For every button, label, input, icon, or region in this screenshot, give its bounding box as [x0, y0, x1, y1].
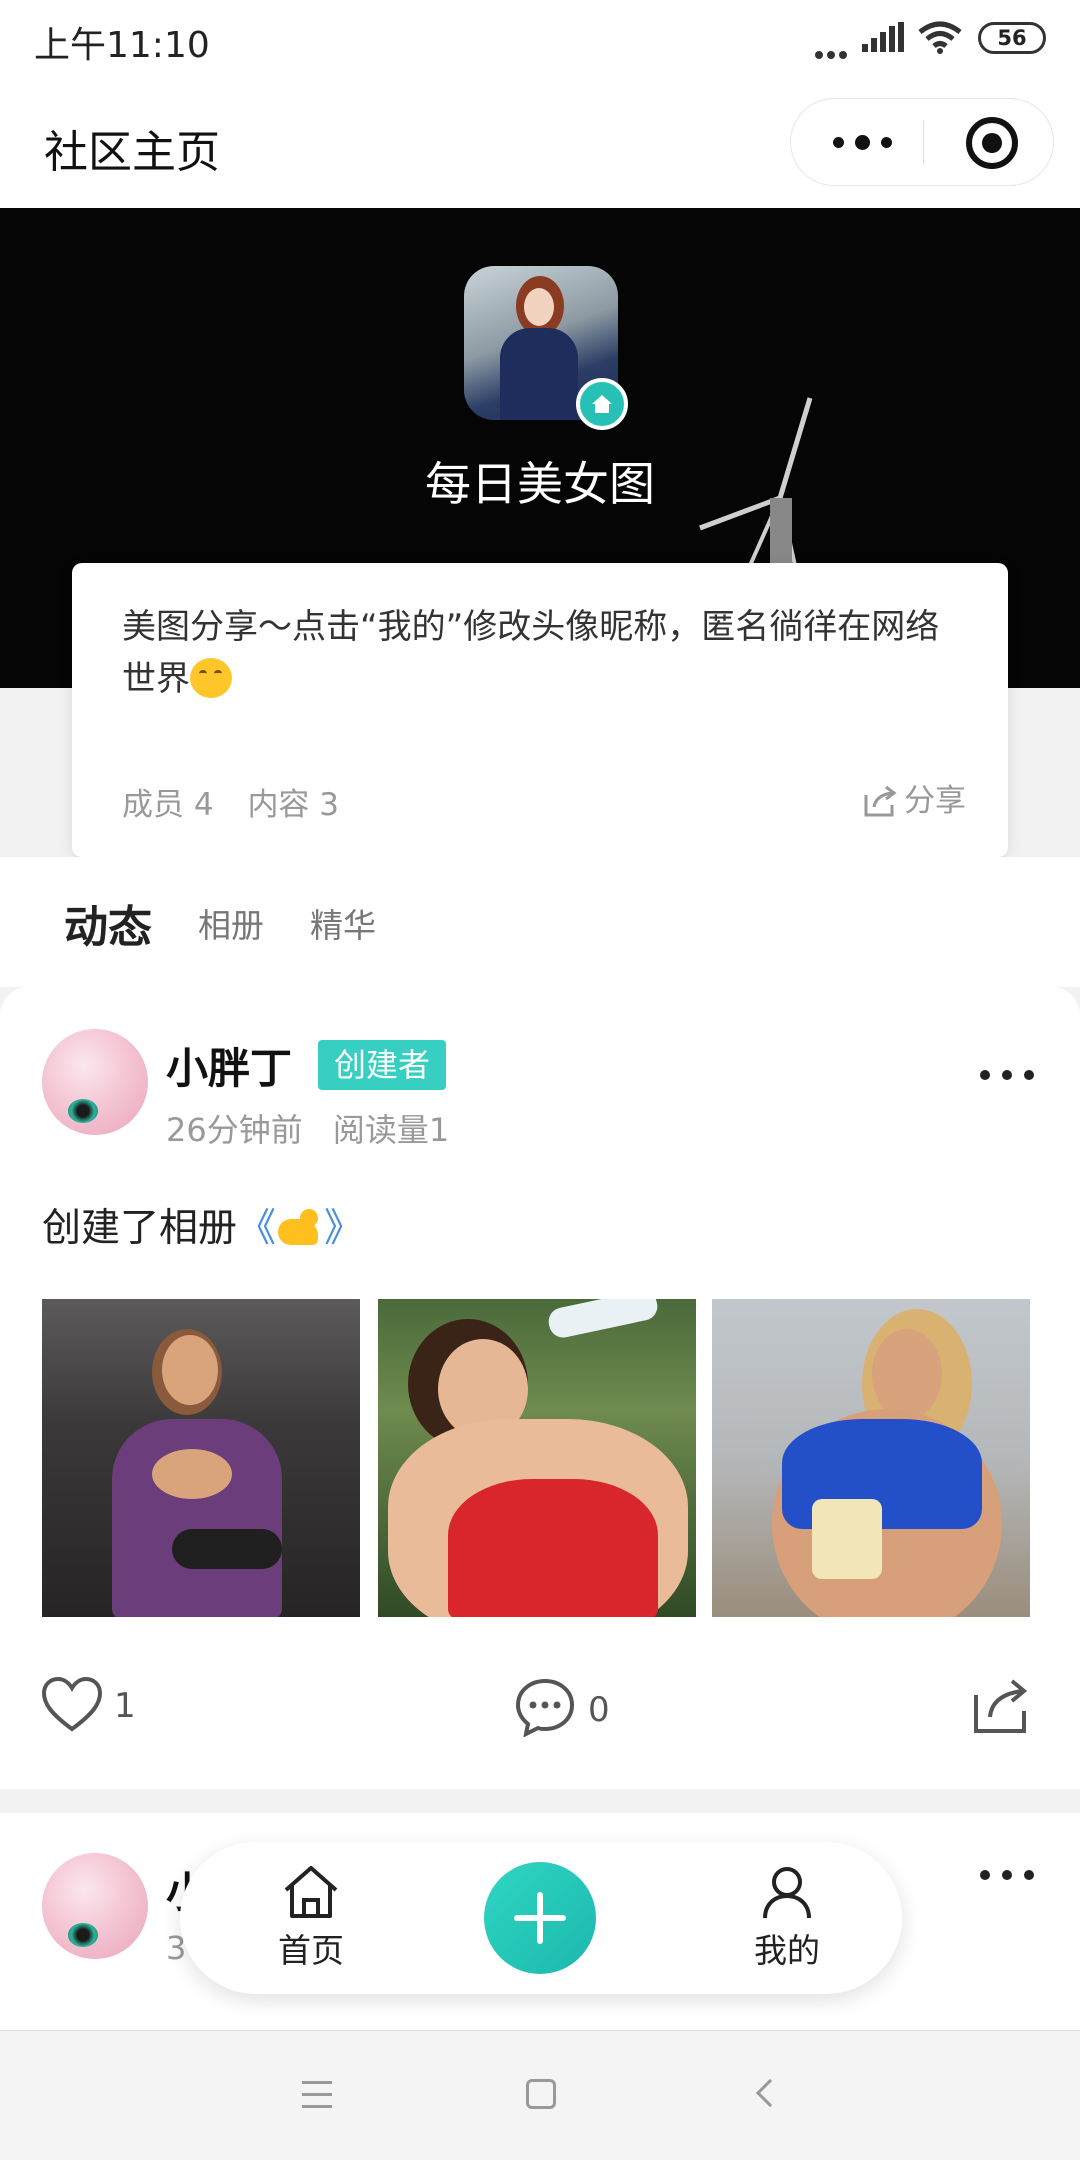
nav-mine-label: 我的 — [754, 1931, 820, 1970]
post-photo-2[interactable] — [378, 1299, 696, 1617]
author-avatar[interactable] — [42, 1853, 148, 1959]
community-info-card: 美图分享～点击“我的”修改头像昵称，匿名徜徉在网络世界 成员 4 内容 3 分享 — [72, 563, 1008, 857]
post-actions: 1 0 — [0, 1667, 1080, 1747]
home-badge-icon — [576, 378, 628, 430]
signal-icon — [862, 22, 904, 52]
post-more-button[interactable] — [968, 1865, 1034, 1884]
content-count: 内容 3 — [247, 787, 340, 823]
comment-icon — [515, 1678, 575, 1738]
add-post-button[interactable] — [484, 1862, 596, 1974]
member-count: 成员 4 — [122, 787, 214, 823]
post-more-button[interactable] — [968, 1065, 1034, 1084]
nav-home-label: 首页 — [278, 1931, 344, 1970]
navigation-bar: 社区主页 — [0, 78, 1080, 208]
author-name[interactable]: 小胖丁 — [166, 1035, 292, 1096]
notification-dots-icon — [815, 44, 851, 63]
like-count: 1 — [114, 1686, 136, 1726]
like-button[interactable]: 1 — [41, 1676, 136, 1733]
nav-mine[interactable]: 我的 — [732, 1864, 842, 1972]
recent-apps-button[interactable] — [302, 2081, 332, 2117]
wifi-icon — [918, 21, 962, 54]
post-photo-grid — [42, 1299, 1032, 1617]
post-text: 创建了相册《》 — [42, 1197, 363, 1253]
share-label: 分享 — [904, 783, 966, 819]
share-post-button[interactable] — [970, 1677, 1042, 1735]
status-time: 上午11:10 — [34, 25, 210, 66]
nav-home[interactable]: 首页 — [256, 1864, 366, 1972]
hugging-face-emoji-icon — [190, 658, 232, 698]
page: 上午11:10 56 社区主页 每日美女图 美图分享～点击“我的”修改头像昵称，… — [0, 0, 1080, 2160]
tab-album[interactable]: 相册 — [198, 899, 264, 947]
post-time: 26分钟前 — [166, 1111, 303, 1149]
home-icon — [284, 1866, 338, 1918]
bottom-navigation: 首页 我的 — [180, 1842, 902, 1994]
flexed-biceps-emoji-icon — [276, 1207, 324, 1247]
share-community-button[interactable]: 分享 — [862, 775, 966, 820]
comment-count: 0 — [588, 1690, 610, 1730]
author-avatar[interactable] — [42, 1029, 148, 1135]
home-system-button[interactable] — [526, 2079, 556, 2109]
status-bar: 上午11:10 56 — [0, 0, 1080, 78]
community-stats: 成员 4 内容 3 — [122, 779, 363, 824]
tab-featured[interactable]: 精华 — [310, 899, 376, 947]
post-photo-1[interactable] — [42, 1299, 360, 1617]
capsule-divider — [923, 121, 924, 165]
user-icon — [763, 1867, 811, 1919]
content-tabs: 动态 相册 精华 — [0, 857, 1080, 987]
comment-button[interactable]: 0 — [514, 1677, 610, 1738]
community-description: 美图分享～点击“我的”修改头像昵称，匿名徜徉在网络世界 — [122, 601, 962, 705]
share-icon — [864, 785, 897, 817]
album-link[interactable]: 《》 — [237, 1206, 363, 1251]
post-photo-3[interactable] — [712, 1299, 1030, 1617]
read-count: 阅读量1 — [332, 1111, 450, 1149]
back-button[interactable] — [755, 2078, 785, 2108]
feed-post[interactable]: 小胖丁 创建者 26分钟前 阅读量1 创建了相册《》 1 0 — [0, 987, 1080, 1789]
battery-indicator: 56 — [978, 22, 1046, 54]
mini-program-capsule — [790, 98, 1054, 186]
more-menu-button[interactable] — [831, 99, 921, 185]
post-text-prefix: 创建了相册 — [42, 1206, 238, 1251]
tab-dynamic[interactable]: 动态 — [64, 891, 152, 955]
description-text: 美图分享～点击“我的”修改头像昵称，匿名徜徉在网络世界 — [122, 607, 940, 699]
close-program-button[interactable] — [966, 117, 1018, 169]
heart-icon — [41, 1676, 103, 1732]
creator-badge: 创建者 — [318, 1040, 447, 1090]
post-meta: 26分钟前 阅读量1 — [166, 1105, 469, 1151]
system-navigation-bar — [0, 2030, 1080, 2160]
page-title: 社区主页 — [44, 127, 220, 178]
share-icon — [974, 1679, 1028, 1733]
community-name: 每日美女图 — [425, 457, 655, 511]
